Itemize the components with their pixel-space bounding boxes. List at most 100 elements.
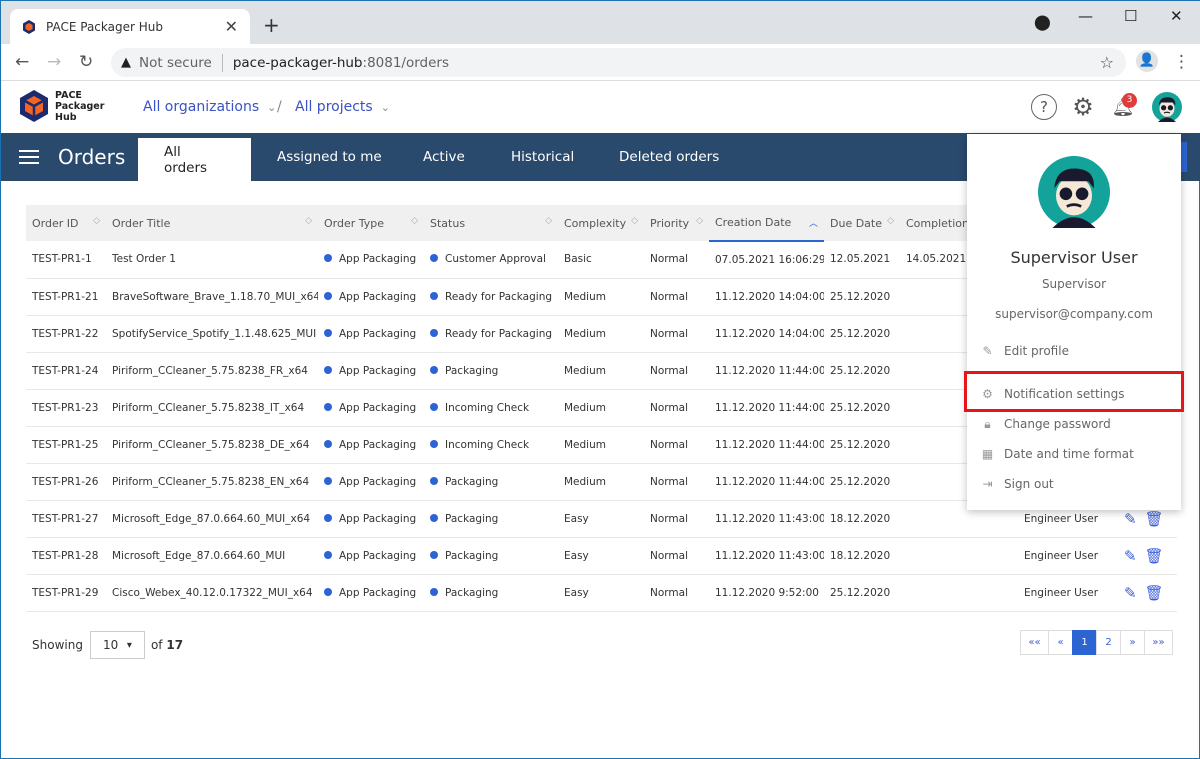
reload-icon[interactable]: ↻ xyxy=(79,52,93,72)
user-email: supervisor@company.com xyxy=(995,307,1153,321)
sort-icon[interactable]: ◇ xyxy=(887,216,894,226)
user-role: Supervisor xyxy=(1041,277,1107,291)
tab-title: PACE Packager Hub xyxy=(46,19,163,34)
table-cell: App Packaging xyxy=(318,315,424,353)
table-cell: App Packaging xyxy=(318,278,424,316)
page-button[interactable]: »» xyxy=(1144,630,1173,655)
sort-icon[interactable]: ◇ xyxy=(545,216,552,226)
status-dot-icon xyxy=(430,291,438,300)
status-dot-icon xyxy=(430,328,438,337)
table-cell: TEST-PR1-1 xyxy=(26,241,106,279)
forward-icon[interactable]: → xyxy=(47,52,61,72)
table-cell: TEST-PR1-27 xyxy=(26,500,106,538)
page-button[interactable]: 2 xyxy=(1096,630,1121,655)
column-header[interactable]: Creation Date ︿ xyxy=(709,205,824,242)
column-header[interactable]: Order ID ◇ xyxy=(26,205,106,241)
page-button[interactable]: «« xyxy=(1020,630,1049,655)
page-button[interactable]: 1 xyxy=(1072,630,1097,655)
sort-icon[interactable]: ◇ xyxy=(93,216,100,226)
hamburger-menu-icon[interactable] xyxy=(19,150,39,168)
tab-active[interactable]: Active xyxy=(397,133,491,181)
tab-historical[interactable]: Historical xyxy=(485,133,600,181)
table-cell: Piriform_CCleaner_5.75.8238_DE_x64 xyxy=(106,426,318,464)
column-header[interactable]: Complexity ◇ xyxy=(558,205,644,241)
project-selector[interactable]: All projects ⌄ xyxy=(295,99,390,115)
delete-trash-icon[interactable]: 🗑︎ xyxy=(1145,584,1164,602)
sort-icon[interactable]: ◇ xyxy=(305,216,312,226)
new-tab-button[interactable]: + xyxy=(263,13,280,37)
sort-ascending-icon[interactable]: ︿ xyxy=(809,216,818,229)
back-icon[interactable]: ← xyxy=(15,52,29,72)
minimize-button[interactable]: — xyxy=(1078,7,1093,25)
table-row[interactable]: TEST-PR1-28 Microsoft_Edge_87.0.664.60_MU… xyxy=(26,537,1177,575)
column-header[interactable]: Status ◇ xyxy=(424,205,558,241)
close-window-button[interactable]: ✕ xyxy=(1170,7,1183,25)
edit-pencil-icon[interactable]: ✎ xyxy=(1124,510,1137,528)
delete-trash-icon[interactable]: 🗑︎ xyxy=(1145,510,1164,528)
bookmark-star-icon[interactable]: ☆ xyxy=(1100,53,1114,72)
url-field[interactable]: ▲ Not secure pace-packager-hub:8081/orde… xyxy=(111,48,1126,77)
table-cell: Normal xyxy=(644,574,709,612)
status-dot-icon xyxy=(430,402,438,411)
user-avatar[interactable] xyxy=(1152,92,1182,125)
table-cell: Packaging xyxy=(424,500,558,538)
pagination-size: Showing 10 ▾ of 17 xyxy=(32,631,183,659)
page-button[interactable]: » xyxy=(1120,630,1145,655)
help-icon[interactable]: ? xyxy=(1031,94,1057,120)
delete-trash-icon[interactable]: 🗑︎ xyxy=(1145,547,1164,565)
organization-selector[interactable]: All organizations ⌄ xyxy=(143,99,276,115)
row-actions: ✎ 🗑︎ xyxy=(1118,537,1177,575)
pace-favicon-icon xyxy=(23,19,35,34)
table-cell: 25.12.2020 xyxy=(824,426,900,464)
edit-pencil-icon[interactable]: ✎ xyxy=(1124,584,1137,602)
user-name: Supervisor User xyxy=(1010,248,1138,267)
column-header[interactable]: Order Type ◇ xyxy=(318,205,424,241)
tab-assigned-to-me[interactable]: Assigned to me xyxy=(251,133,408,181)
table-cell: App Packaging xyxy=(318,426,424,464)
table-cell: Medium xyxy=(558,352,644,390)
sort-icon[interactable]: ◇ xyxy=(411,216,418,226)
table-cell: App Packaging xyxy=(318,537,424,575)
total-count: 17 xyxy=(166,638,184,652)
breadcrumb-separator: / xyxy=(277,99,282,115)
page-size-select[interactable]: 10 ▾ xyxy=(89,631,145,659)
maximize-button[interactable]: ☐ xyxy=(1124,7,1137,25)
not-secure-label[interactable]: Not secure xyxy=(139,55,212,71)
column-header[interactable]: Due Date ◇ xyxy=(824,205,900,241)
table-cell: TEST-PR1-22 xyxy=(26,315,106,353)
status-dot-icon xyxy=(324,254,332,263)
menu-item-sign-out[interactable]: ⇥ Sign out xyxy=(967,469,1181,499)
profile-icon[interactable]: 👤 xyxy=(1136,50,1158,72)
sort-icon[interactable]: ◇ xyxy=(696,216,703,226)
status-dot-icon xyxy=(430,254,438,263)
table-cell: Medium xyxy=(558,463,644,501)
table-cell: BraveSoftware_Brave_1.18.70_MUI_x64 xyxy=(106,278,318,316)
menu-kebab-icon[interactable]: ⋮ xyxy=(1173,52,1190,72)
profile-dropdown-icon[interactable]: ⬤ xyxy=(1034,13,1051,31)
browser-tab[interactable]: PACE Packager Hub ✕ xyxy=(10,9,250,44)
table-cell: Ready for Packaging xyxy=(424,315,558,353)
close-tab-icon[interactable]: ✕ xyxy=(225,17,238,36)
settings-gear-icon[interactable]: ⚙ xyxy=(1070,93,1096,121)
logo[interactable]: PACE Packager Hub xyxy=(19,89,104,123)
chevron-down-icon: ▾ xyxy=(126,639,132,651)
table-row[interactable]: TEST-PR1-29 Cisco_Webex_40.12.0.17322_MUI… xyxy=(26,574,1177,612)
edit-pencil-icon[interactable]: ✎ xyxy=(1124,547,1137,565)
sort-icon[interactable]: ◇ xyxy=(631,216,638,226)
column-header[interactable]: Priority ◇ xyxy=(644,205,709,241)
column-header[interactable]: Order Title ◇ xyxy=(106,205,318,241)
menu-item-date-time-format[interactable]: ▦ Date and time format xyxy=(967,439,1181,469)
tab-deleted-orders[interactable]: Deleted orders xyxy=(593,133,745,181)
menu-item-edit-profile[interactable]: ✎ Edit profile xyxy=(967,336,1181,366)
table-cell: App Packaging xyxy=(318,463,424,501)
menu-item-change-password[interactable]: 🔒︎ Change password xyxy=(967,409,1181,439)
page-button[interactable]: « xyxy=(1048,630,1073,655)
table-cell: 11.12.2020 11:44:00 xyxy=(709,352,824,390)
user-menu-dropdown: Supervisor User Supervisor supervisor@co… xyxy=(967,134,1181,510)
table-cell: TEST-PR1-29 xyxy=(26,574,106,612)
action-button-edge[interactable] xyxy=(1181,142,1187,172)
table-cell: 25.12.2020 xyxy=(824,389,900,427)
tab-all-orders[interactable]: All orders xyxy=(138,138,251,181)
table-cell: 12.05.2021 xyxy=(824,241,900,279)
status-dot-icon xyxy=(324,439,332,448)
